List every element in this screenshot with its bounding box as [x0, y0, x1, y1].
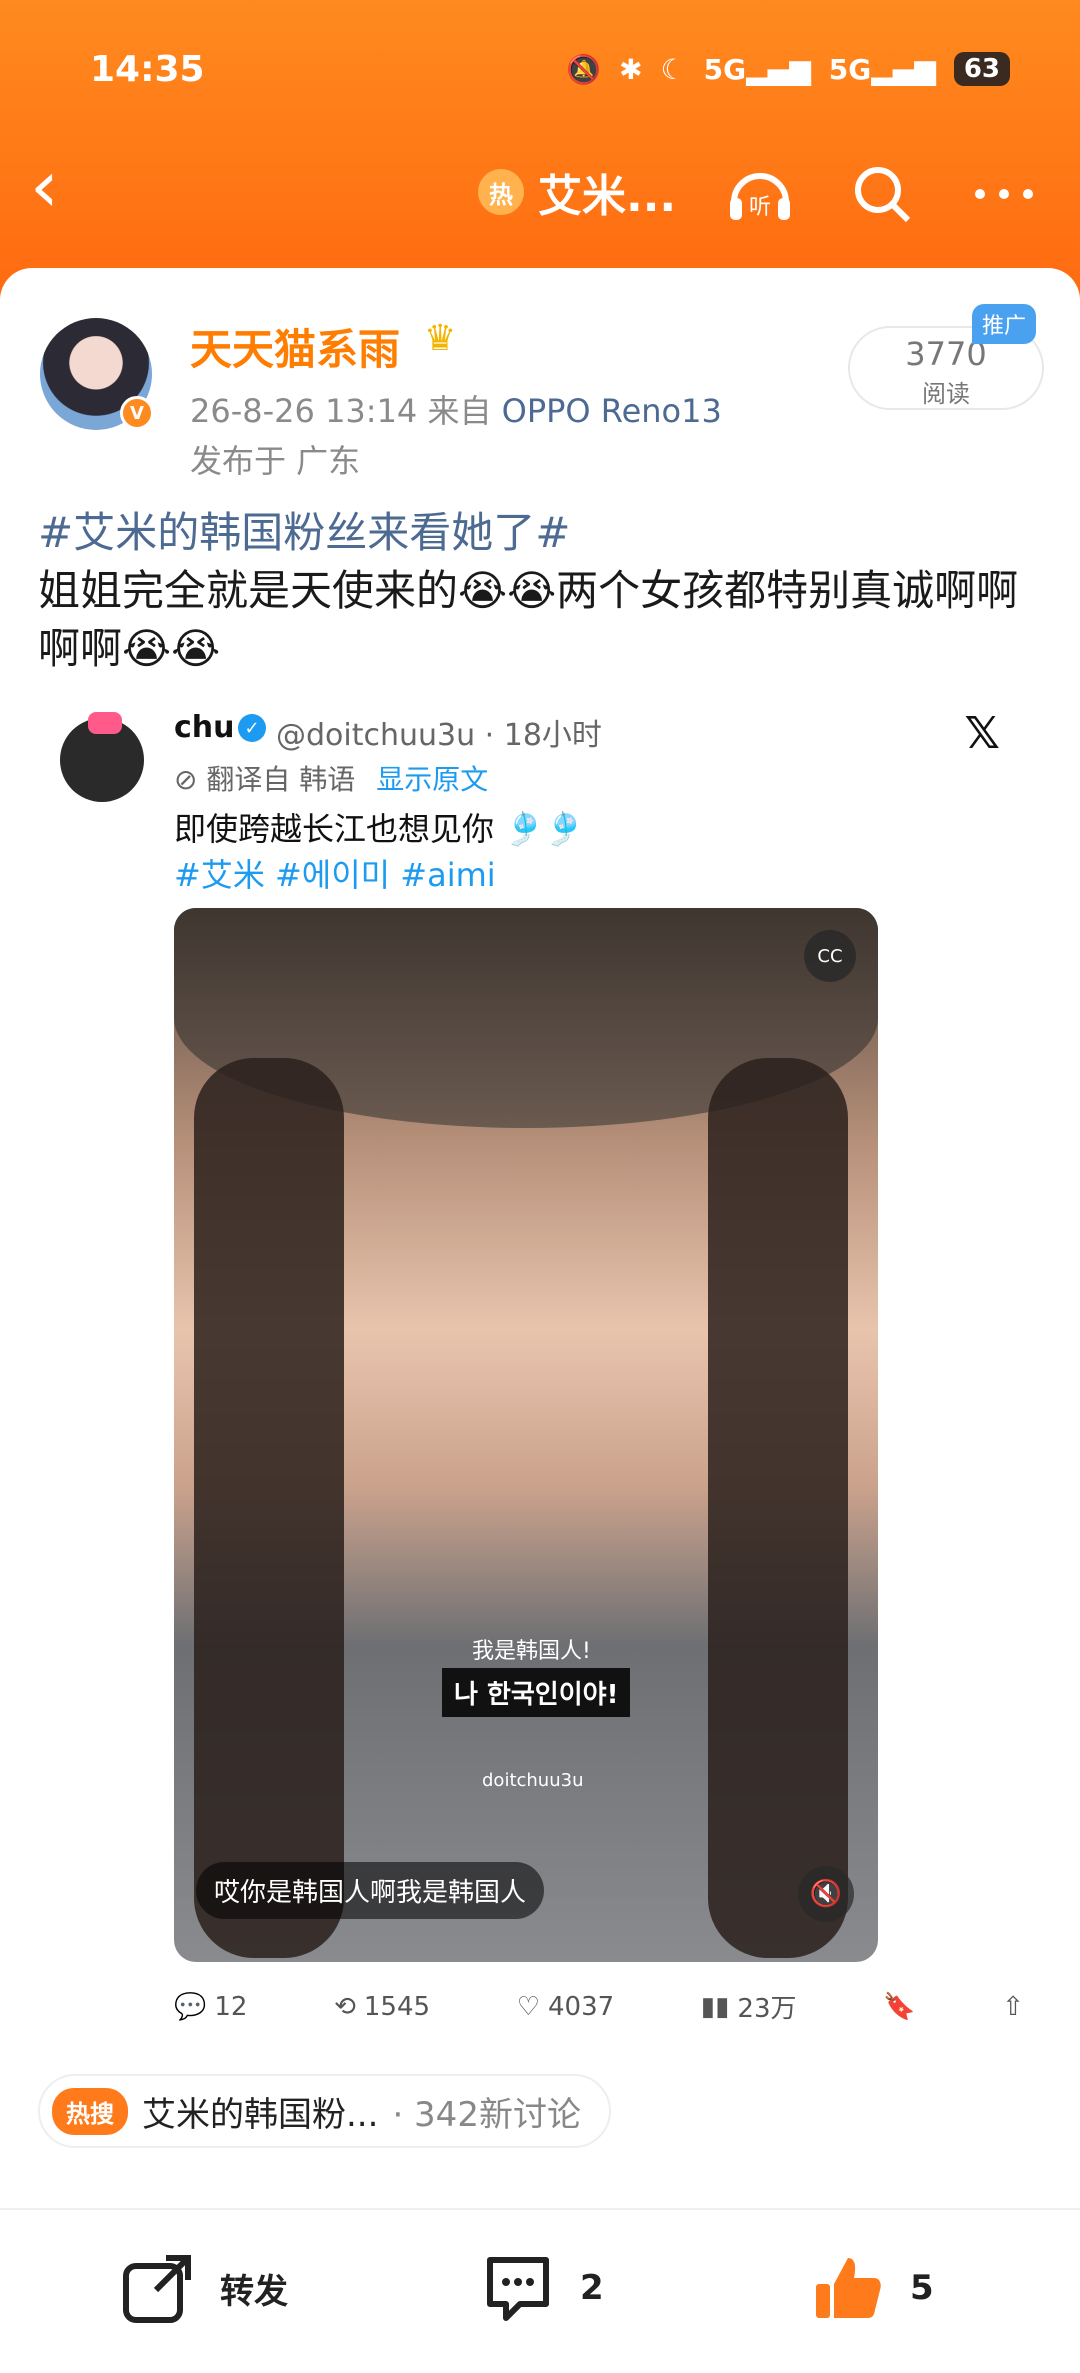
tweet-handle: @doitchuu3u · 18小时: [276, 718, 602, 753]
source-prefix: 来自: [427, 392, 492, 430]
embedded-tweet-image[interactable]: chu ✓ @doitchuu3u · 18小时 𝕏 ⊘ 翻译自 韩语 显示原文…: [40, 688, 1040, 2024]
hair-left: [194, 1058, 344, 1958]
retweet-icon: ⟲: [334, 1991, 356, 2022]
device-link[interactable]: OPPO Reno13: [502, 392, 722, 430]
subtitle-kr: 나 한국인이야!: [442, 1668, 631, 1717]
tweet-translation: ⊘ 翻译自 韩语 显示原文: [174, 758, 488, 798]
svg-text:听: 听: [749, 195, 771, 220]
bluetooth-icon: ✱: [619, 52, 643, 86]
hot-search-badge: 热搜: [52, 2087, 128, 2135]
tweet-views: ▮▮ 23万: [700, 1991, 797, 2025]
repost-label: 转发: [220, 2271, 288, 2312]
status-time: 14:35: [90, 48, 205, 90]
comment-count: 2: [580, 2268, 604, 2308]
signal-2-icon: 5G▂▄▆: [828, 52, 936, 86]
back-button[interactable]: ‹: [30, 150, 59, 222]
moon-icon: ☾: [660, 52, 686, 86]
mute-icon: 🔇: [798, 1866, 854, 1922]
battery-indicator: 63: [953, 52, 1010, 86]
verified-badge-icon: V: [120, 396, 154, 430]
hot-topic-chip[interactable]: 热搜 艾米的韩国粉... · 342新讨论: [38, 2074, 611, 2148]
post-card: V 天天猫系雨 ♛ 26-8-26 13:14 来自 OPPO Reno13 发…: [0, 268, 1080, 2208]
post-text: 姐姐完全就是天使来的😭😭两个女孩都特别真诚啊啊啊啊😭😭: [38, 566, 1019, 673]
cc-icon: CC: [804, 930, 856, 982]
repost-button[interactable]: 转发: [120, 2250, 288, 2326]
video-watermark: doitchuu3u: [482, 1770, 584, 1791]
hashtag-link[interactable]: #艾米的韩国粉丝来看她了#: [38, 504, 1048, 562]
like-button[interactable]: 5: [810, 2250, 934, 2326]
mute-bell-icon: 🔕: [566, 52, 602, 86]
tweet-name: chu: [174, 710, 235, 745]
comment-button[interactable]: 2: [480, 2250, 604, 2326]
translated-from: 翻译自 韩语: [206, 763, 356, 796]
signal-1-icon: 5G▂▄▆: [703, 52, 811, 86]
username[interactable]: 天天猫系雨: [190, 316, 400, 377]
tweet-retweets: ⟲ 1545: [334, 1991, 431, 2022]
tweet-video: CC 我是韩国人! 나 한국인이야! doitchuu3u 哎你是韩国人啊我是韩…: [174, 908, 878, 1962]
nav-title[interactable]: 热 艾米...: [478, 160, 676, 224]
tweet-text: 即使跨越长江也想见你 🎐🎐: [174, 810, 584, 848]
subtitle-cn: 我是韩国人!: [472, 1639, 591, 1664]
bookmark-icon: 🔖: [883, 1991, 916, 2022]
listen-button[interactable]: 听: [724, 158, 796, 230]
comment-icon: [487, 2257, 549, 2321]
more-button[interactable]: [968, 158, 1040, 230]
repost-icon: [123, 2255, 191, 2323]
bow-icon: [88, 712, 122, 734]
tweet-likes: ♡ 4037: [516, 1991, 615, 2022]
more-dots-icon: [975, 189, 1033, 199]
tweet-actions: 💬 12 ⟲ 1545 ♡ 4037 ▮▮ 23万 🔖 ⇧: [174, 1988, 1024, 2025]
post-timestamp: 26-8-26 13:14: [190, 392, 418, 430]
hot-topic-count: · 342新讨论: [392, 2094, 581, 2135]
status-icons: 🔕 ✱ ☾ 5G▂▄▆ 5G▂▄▆ 63: [566, 52, 1010, 86]
tweet-tags: #艾米 #에이미 #aimi: [174, 856, 496, 894]
reply-icon: 💬: [174, 1991, 207, 2022]
views-icon: ▮▮: [700, 1991, 730, 2022]
headphones-icon: 听: [730, 173, 790, 220]
app-header: 14:35 🔕 ✱ ☾ 5G▂▄▆ 5G▂▄▆ 63 ‹ 热 艾米... 听: [0, 0, 1080, 300]
tweet-replies: 💬 12: [174, 1991, 248, 2022]
promo-button[interactable]: 推广: [972, 304, 1037, 344]
nav-bar: ‹ 热 艾米... 听: [0, 140, 1080, 240]
post-location: 发布于 广东: [190, 442, 361, 480]
hot-badge: 热: [478, 169, 524, 215]
search-button[interactable]: [846, 158, 918, 230]
heart-icon: ♡: [516, 1991, 540, 2022]
crown-icon: ♛: [424, 318, 457, 359]
reads-label: 阅读: [922, 380, 970, 408]
tweet-verified-icon: ✓: [238, 714, 266, 742]
nav-actions: 听: [724, 158, 1040, 230]
show-original: 显示原文: [376, 763, 489, 796]
bottom-action-bar: 转发 2 5: [0, 2208, 1080, 2373]
post-meta: 26-8-26 13:14 来自 OPPO Reno13: [190, 386, 722, 432]
like-count: 5: [910, 2268, 934, 2308]
hair-right: [708, 1058, 848, 1958]
x-logo-icon: 𝕏: [964, 708, 1000, 759]
share-icon: ⇧: [1002, 1991, 1024, 2022]
translate-icon: ⊘: [174, 763, 198, 796]
search-icon: [855, 167, 911, 223]
thumbs-up-icon: [816, 2258, 881, 2318]
post-body: #艾米的韩国粉丝来看她了# 姐姐完全就是天使来的😭😭两个女孩都特别真诚啊啊啊啊😭…: [38, 504, 1048, 678]
topic-title: 艾米...: [538, 171, 677, 222]
hot-topic-title: 艾米的韩国粉...: [142, 2094, 379, 2135]
status-bar: 14:35 🔕 ✱ ☾ 5G▂▄▆ 5G▂▄▆ 63: [90, 44, 1010, 94]
video-caption: 哎你是韩国人啊我是韩国人: [196, 1862, 545, 1919]
